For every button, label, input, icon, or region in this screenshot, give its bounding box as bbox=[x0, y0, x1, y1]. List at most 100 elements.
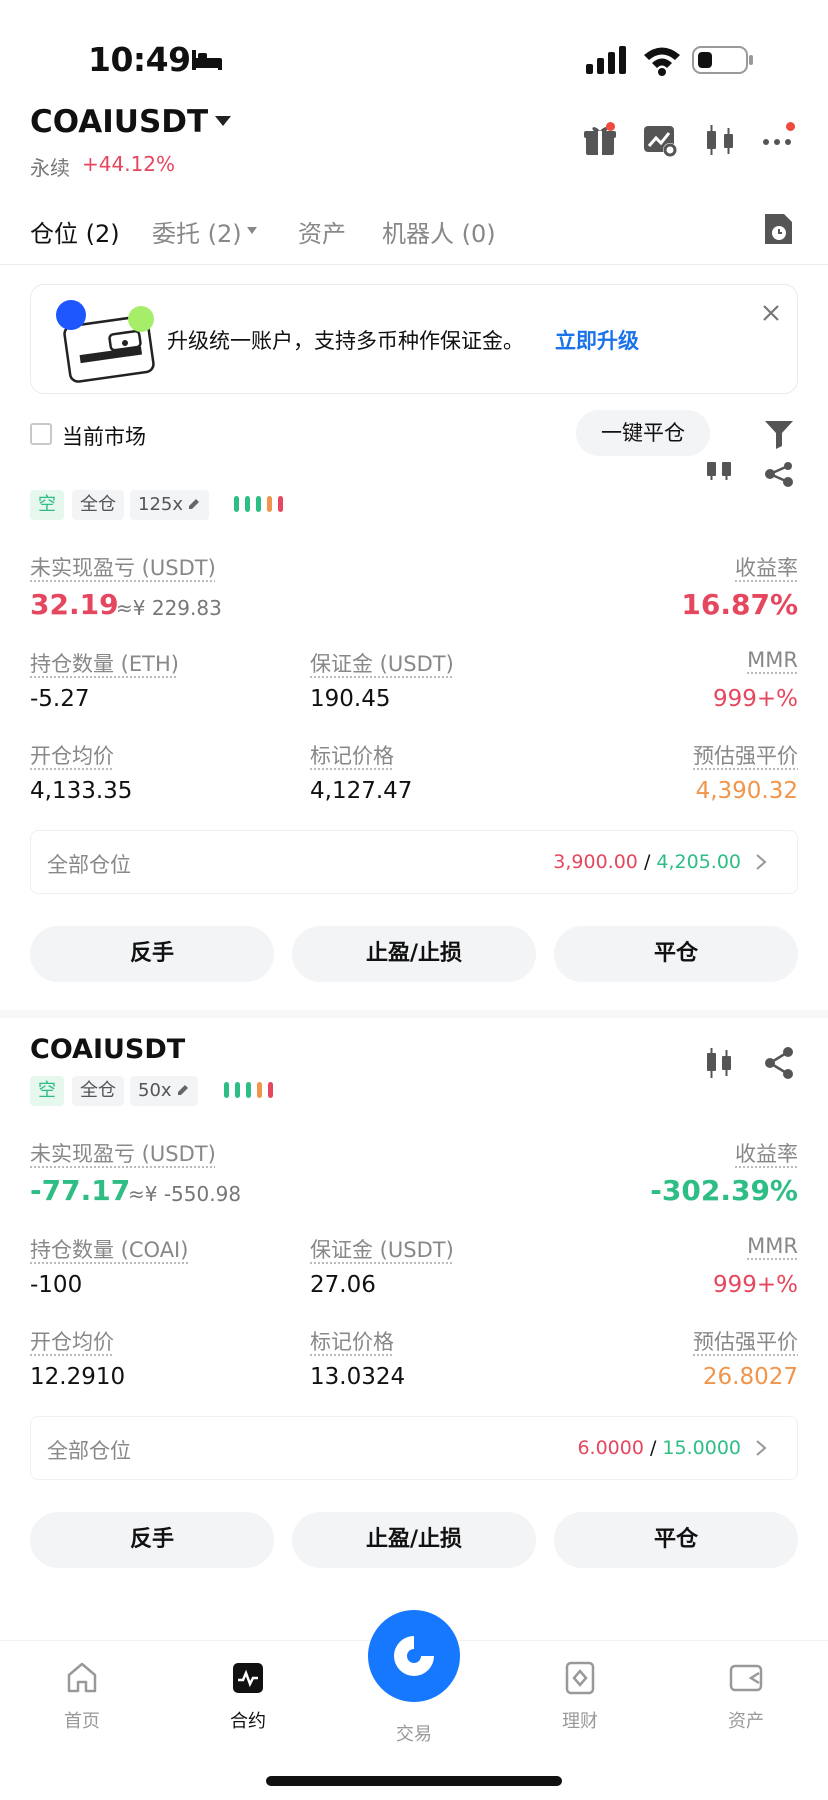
risk-level-icon bbox=[224, 1082, 273, 1098]
candlestick-icon[interactable] bbox=[702, 1046, 736, 1080]
chart-icon[interactable] bbox=[702, 462, 736, 496]
close-position-button[interactable]: 平仓 bbox=[554, 1512, 798, 1568]
tpsl-label: 全部仓位 bbox=[47, 853, 131, 877]
current-market-checkbox[interactable] bbox=[30, 423, 52, 445]
tpsl-row[interactable]: 全部仓位 3,900.00 / 4,205.00 bbox=[30, 830, 798, 894]
mmr-value: 999+% bbox=[712, 686, 798, 712]
banner-message: 升级统一账户，支持多币种作保证金。 bbox=[167, 329, 524, 353]
price-change: +44.12% bbox=[82, 152, 176, 176]
trade-button[interactable] bbox=[368, 1610, 460, 1702]
upgrade-banner[interactable]: 升级统一账户，支持多币种作保证金。 立即升级 bbox=[30, 284, 798, 394]
quantity-value: -100 bbox=[30, 1272, 83, 1298]
side-tag: 空 bbox=[30, 490, 64, 520]
liq-price-label: 预估强平价 bbox=[693, 744, 798, 768]
chevron-right-icon bbox=[756, 1440, 767, 1456]
pnl-label: 未实现盈亏 (USDT) bbox=[30, 556, 216, 580]
pnl-cny: ≈¥ -550.98 bbox=[128, 1182, 242, 1206]
tab-orders[interactable]: 委托 (2) bbox=[152, 214, 242, 249]
history-icon[interactable] bbox=[762, 212, 794, 246]
mmr-label: MMR bbox=[747, 1234, 798, 1258]
home-icon bbox=[67, 1662, 97, 1693]
nav-trade-label: 交易 bbox=[396, 1724, 432, 1745]
unrealized-pnl: -77.17 bbox=[30, 1174, 131, 1207]
tpsl-values: 3,900.00 / 4,205.00 bbox=[553, 851, 741, 873]
symbol-dropdown-icon[interactable] bbox=[214, 114, 232, 128]
close-icon[interactable] bbox=[761, 303, 781, 323]
tpsl-label: 全部仓位 bbox=[47, 1439, 131, 1463]
nav-home-label: 首页 bbox=[64, 1711, 100, 1732]
nav-earn-label: 理财 bbox=[562, 1711, 598, 1732]
edit-icon bbox=[189, 499, 200, 509]
margin-value: 190.45 bbox=[310, 686, 391, 712]
more-notification-dot bbox=[786, 122, 795, 131]
unrealized-pnl: 32.19 bbox=[30, 588, 119, 621]
tpsl-row[interactable]: 全部仓位 6.0000 / 15.0000 bbox=[30, 1416, 798, 1480]
share-icon[interactable] bbox=[762, 462, 796, 496]
take-profit-value: 6.0000 bbox=[577, 1437, 644, 1459]
share-icon[interactable] bbox=[762, 1046, 796, 1080]
nav-futures-label: 合约 bbox=[230, 1711, 266, 1732]
chevron-right-icon bbox=[756, 854, 767, 870]
take-profit-value: 3,900.00 bbox=[553, 851, 638, 873]
close-position-button[interactable]: 平仓 bbox=[554, 926, 798, 982]
sleep-mode-icon bbox=[192, 50, 222, 70]
roi-label: 收益率 bbox=[735, 556, 798, 580]
leverage-tag[interactable]: 50x bbox=[130, 1076, 198, 1106]
tab-bots[interactable]: 机器人 (0) bbox=[382, 214, 496, 249]
liq-price-label: 预估强平价 bbox=[693, 1330, 798, 1354]
symbol-title[interactable]: COAIUSDT bbox=[30, 104, 208, 140]
nav-earn[interactable]: 理财 bbox=[520, 1661, 640, 1733]
liq-price-value: 26.8027 bbox=[702, 1364, 798, 1390]
stop-loss-value: 15.0000 bbox=[662, 1437, 741, 1459]
quantity-label: 持仓数量 (ETH) bbox=[30, 652, 179, 676]
margin-label: 保证金 (USDT) bbox=[310, 652, 454, 676]
edit-icon bbox=[177, 1085, 188, 1095]
tpsl-separator: / bbox=[649, 1437, 657, 1459]
margin-value: 27.06 bbox=[310, 1272, 376, 1298]
liq-price-value: 4,390.32 bbox=[695, 778, 798, 804]
entry-price-label: 开仓均价 bbox=[30, 744, 114, 768]
orders-dropdown-icon[interactable] bbox=[246, 226, 258, 235]
roi-value: 16.87% bbox=[681, 588, 798, 621]
tab-assets[interactable]: 资产 bbox=[298, 214, 346, 249]
card-divider bbox=[0, 1010, 828, 1018]
current-market-label: 当前市场 bbox=[62, 425, 146, 449]
gift-notification-dot bbox=[606, 122, 615, 131]
home-indicator bbox=[266, 1776, 562, 1786]
tpsl-button[interactable]: 止盈/止损 bbox=[292, 926, 536, 982]
entry-price-label: 开仓均价 bbox=[30, 1330, 114, 1354]
risk-level-icon bbox=[234, 496, 283, 512]
status-bar: 10:49 bbox=[0, 0, 828, 100]
futures-icon bbox=[233, 1663, 263, 1693]
leverage-tag[interactable]: 125x bbox=[130, 490, 210, 520]
quantity-value: -5.27 bbox=[30, 686, 90, 712]
upgrade-link[interactable]: 立即升级 bbox=[555, 325, 639, 355]
mark-price-label: 标记价格 bbox=[310, 744, 394, 768]
nav-assets[interactable]: 资产 bbox=[686, 1661, 806, 1733]
entry-price-value: 4,133.35 bbox=[30, 778, 133, 804]
chart-settings-icon[interactable] bbox=[642, 122, 678, 158]
reverse-button[interactable]: 反手 bbox=[30, 926, 274, 982]
tpsl-button[interactable]: 止盈/止损 bbox=[292, 1512, 536, 1568]
mark-price-value: 4,127.47 bbox=[310, 778, 413, 804]
wallet-icon bbox=[729, 1664, 763, 1692]
cellular-signal-icon bbox=[586, 46, 626, 74]
quantity-label: 持仓数量 (COAI) bbox=[30, 1238, 189, 1262]
mmr-value: 999+% bbox=[712, 1272, 798, 1298]
contract-type: 永续 bbox=[30, 156, 70, 180]
pnl-label: 未实现盈亏 (USDT) bbox=[30, 1142, 216, 1166]
close-all-button[interactable]: 一键平仓 bbox=[576, 410, 710, 456]
earn-icon bbox=[565, 1661, 595, 1695]
filter-icon[interactable] bbox=[764, 418, 794, 450]
stop-loss-value: 4,205.00 bbox=[656, 851, 741, 873]
reverse-button[interactable]: 反手 bbox=[30, 1512, 274, 1568]
roi-value: -302.39% bbox=[650, 1174, 798, 1207]
tab-positions[interactable]: 仓位 (2) bbox=[30, 214, 120, 249]
pnl-cny: ≈¥ 229.83 bbox=[116, 596, 222, 620]
battery-icon bbox=[692, 46, 753, 74]
mark-price-label: 标记价格 bbox=[310, 1330, 394, 1354]
candlestick-icon[interactable] bbox=[702, 122, 738, 158]
nav-futures[interactable]: 合约 bbox=[188, 1661, 308, 1733]
position-symbol[interactable]: COAIUSDT bbox=[30, 1034, 185, 1065]
nav-home[interactable]: 首页 bbox=[22, 1661, 142, 1733]
